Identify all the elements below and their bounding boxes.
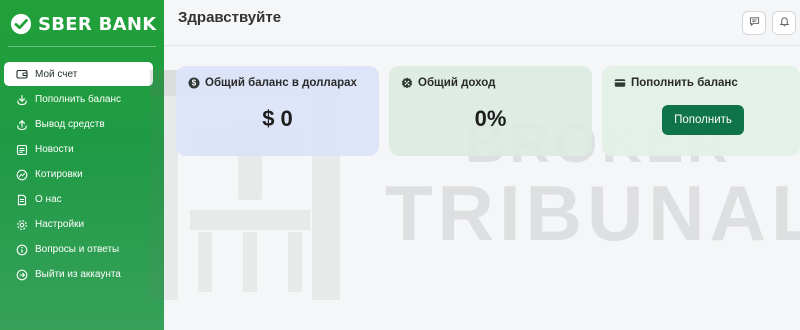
topup-card-title: Пополнить баланс: [614, 77, 738, 89]
sidebar-item-label: Мой счет: [35, 68, 78, 80]
balance-card-title: $ Общий баланс в долларах: [188, 77, 357, 89]
info-icon: [16, 244, 28, 256]
sidebar-item-withdraw[interactable]: Вывод средств: [4, 112, 153, 137]
income-card: Общий доход 0%: [389, 66, 592, 156]
topup-button[interactable]: Пополнить: [662, 105, 744, 135]
sidebar-item-news[interactable]: Новости: [4, 137, 153, 162]
document-icon: [16, 194, 28, 206]
dollar-icon: $: [188, 77, 200, 89]
wallet-icon: [16, 68, 28, 80]
chat-button[interactable]: [742, 11, 766, 35]
income-value: 0%: [474, 106, 507, 131]
sidebar-divider: [8, 46, 156, 47]
sidebar-item-settings[interactable]: Настройки: [4, 212, 153, 237]
sidebar-item-label: Выйти из аккаунта: [35, 269, 121, 280]
sidebar-item-quotes[interactable]: Котировки: [4, 162, 153, 187]
svg-text:$: $: [192, 79, 197, 88]
topup-card: Пополнить баланс Пополнить: [602, 66, 800, 156]
sidebar-item-label: Котировки: [35, 169, 83, 180]
balance-card-label: Общий баланс в долларах: [205, 77, 357, 89]
gear-icon: [16, 219, 28, 231]
balance-value: $ 0: [262, 106, 293, 131]
chart-circle-icon: [16, 169, 28, 181]
watermark-tribunal-text: TRIBUNAL: [385, 169, 800, 257]
sidebar-item-top-up[interactable]: Пополнить баланс: [4, 87, 153, 112]
brand-name: SBER BANK: [38, 13, 157, 35]
income-card-label: Общий доход: [418, 77, 496, 89]
brand[interactable]: SBER BANK: [10, 12, 156, 36]
sidebar-item-faq[interactable]: Вопросы и ответы: [4, 237, 153, 262]
chat-icon: [749, 14, 760, 32]
sber-logo-icon: [10, 13, 32, 35]
sidebar-nav: Мой счет Пополнить баланс Вывод средств …: [0, 62, 164, 287]
card-icon: [614, 77, 626, 89]
percent-badge-icon: [401, 77, 413, 89]
sidebar-item-label: Вывод средств: [35, 119, 105, 130]
sidebar-item-about[interactable]: О нас: [4, 187, 153, 212]
sidebar-item-label: Пополнить баланс: [35, 94, 121, 105]
sidebar-item-my-account[interactable]: Мой счет: [4, 62, 153, 86]
topup-card-label: Пополнить баланс: [631, 77, 738, 89]
income-card-title: Общий доход: [401, 77, 495, 89]
sidebar-item-label: Настройки: [35, 219, 85, 230]
header: Здравствуйте: [164, 0, 800, 46]
balance-card: $ Общий баланс в долларах $ 0: [176, 66, 379, 156]
sidebar-item-label: Вопросы и ответы: [35, 244, 120, 255]
notifications-button[interactable]: [772, 11, 796, 35]
upload-icon: [16, 119, 28, 131]
sidebar: SBER BANK Мой счет Пополнить баланс Выво…: [0, 0, 164, 330]
page-title: Здравствуйте: [178, 9, 282, 26]
newspaper-icon: [16, 144, 28, 156]
logout-icon: [16, 269, 28, 281]
bell-icon: [779, 14, 790, 32]
sidebar-item-label: Новости: [35, 144, 74, 155]
sidebar-item-label: О нас: [35, 194, 62, 205]
download-icon: [16, 94, 28, 106]
sidebar-item-logout[interactable]: Выйти из аккаунта: [4, 262, 153, 287]
